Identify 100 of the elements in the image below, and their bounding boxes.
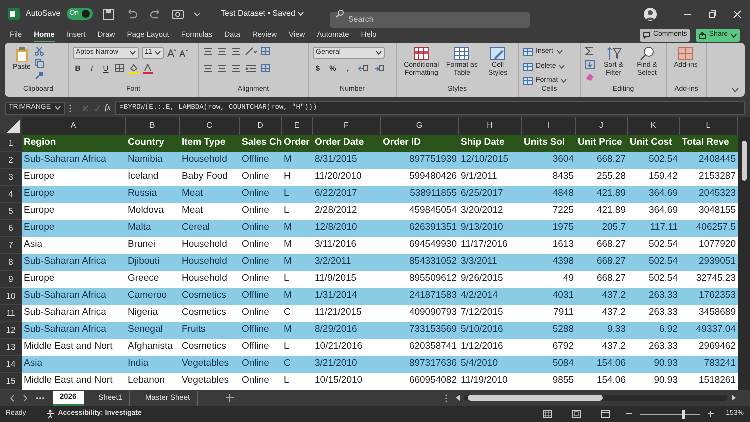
search-field[interactable]: Search (330, 12, 530, 28)
column-header[interactable]: C (180, 117, 240, 135)
column-title: Unit Price (576, 135, 628, 152)
splitter-icon[interactable] (445, 394, 448, 402)
column-header[interactable]: E (282, 117, 313, 135)
row-header[interactable]: 3 (0, 169, 22, 186)
scroll-thumb[interactable] (468, 395, 603, 401)
collapse-ribbon-icon[interactable] (732, 88, 739, 93)
table-cell: 9/13/2010 (459, 220, 522, 237)
vertical-scrollbar[interactable] (738, 117, 750, 390)
add-sheet-icon[interactable] (226, 394, 234, 402)
undo-icon[interactable] (126, 9, 138, 19)
merge-cells-icon[interactable] (261, 64, 271, 73)
user-avatar-icon[interactable] (644, 8, 657, 20)
row-header[interactable]: 10 (0, 288, 22, 305)
caret-icon[interactable] (155, 51, 161, 55)
caret-icon[interactable] (561, 79, 568, 84)
document-title[interactable]: Test Dataset • Saved (221, 8, 304, 20)
caret-icon[interactable] (376, 51, 382, 55)
scroll-left-icon[interactable] (456, 395, 461, 401)
decrease-decimal-icon[interactable] (374, 64, 385, 74)
column-header[interactable]: D (240, 117, 282, 135)
row-header[interactable]: 5 (0, 203, 22, 220)
align-bottom-icon[interactable] (231, 48, 241, 56)
accessibility-icon[interactable] (46, 410, 56, 418)
scroll-right-icon[interactable] (731, 395, 736, 401)
row-header[interactable]: 13 (0, 339, 22, 356)
align-top-icon[interactable] (203, 48, 213, 56)
row-header[interactable]: 7 (0, 237, 22, 254)
table-cell: Middle East and Nort (22, 373, 126, 390)
slider-thumb[interactable] (682, 410, 685, 418)
row-header[interactable]: 1 (0, 135, 22, 152)
row-header[interactable]: 6 (0, 220, 22, 237)
row-header[interactable]: 8 (0, 254, 22, 271)
scissors-icon[interactable] (34, 47, 44, 56)
row-header[interactable]: 9 (0, 271, 22, 288)
save-icon[interactable] (103, 8, 114, 20)
redo-icon[interactable] (150, 9, 162, 19)
caret-icon[interactable] (559, 64, 566, 69)
more-sheets-icon[interactable] (36, 396, 45, 400)
scroll-thumb[interactable] (742, 141, 746, 181)
orientation-icon[interactable] (245, 47, 257, 56)
sum-icon[interactable] (585, 47, 595, 56)
wrap-text-icon[interactable] (261, 47, 271, 56)
table-cell: 783241 (680, 356, 738, 373)
restore-icon[interactable] (708, 10, 717, 18)
grow-font-icon[interactable] (167, 48, 176, 58)
column-header[interactable]: A (22, 117, 126, 135)
row-header[interactable]: 14 (0, 356, 22, 373)
normal-view-icon[interactable] (543, 410, 552, 418)
copy-icon[interactable] (34, 59, 44, 68)
shrink-font-icon[interactable] (179, 48, 188, 58)
camera-icon[interactable] (172, 9, 184, 19)
table-cell: 3048155 (680, 203, 738, 220)
zoom-out-icon[interactable] (626, 411, 632, 417)
column-header[interactable]: H (459, 117, 522, 135)
customize-caret-icon[interactable] (194, 11, 202, 17)
insert-function-button[interactable]: fx (105, 102, 111, 114)
column-header[interactable]: I (522, 117, 576, 135)
table-cell: 4848 (522, 186, 576, 203)
check-icon[interactable] (93, 104, 101, 112)
close-icon[interactable] (733, 10, 742, 18)
borders-icon[interactable] (115, 64, 125, 74)
column-header[interactable]: B (126, 117, 180, 135)
cells-grid-icon (523, 62, 533, 71)
table-cell: 9/1/2011 (459, 169, 522, 186)
next-sheet-icon[interactable] (23, 394, 28, 402)
fill-down-icon[interactable] (585, 60, 595, 69)
row-header[interactable]: 11 (0, 305, 22, 322)
column-header[interactable]: J (576, 117, 628, 135)
increase-decimal-icon[interactable] (358, 64, 369, 74)
font-color-icon[interactable] (143, 64, 153, 74)
page-break-view-icon[interactable] (601, 410, 610, 418)
previous-sheet-icon[interactable] (10, 394, 15, 402)
column-header[interactable]: L (680, 117, 738, 135)
column-header[interactable]: K (628, 117, 680, 135)
page-layout-view-icon[interactable] (572, 410, 582, 418)
horizontal-scrollbar[interactable] (464, 395, 728, 401)
table-cell: 364.69 (628, 186, 680, 203)
align-center-icon[interactable] (217, 64, 227, 72)
indent-icon[interactable] (245, 64, 257, 72)
row-header[interactable]: 4 (0, 186, 22, 203)
fill-color-icon[interactable] (129, 64, 139, 74)
brush-icon[interactable] (34, 71, 44, 80)
table-cell: Vegetables (180, 356, 240, 373)
caret-icon[interactable] (130, 51, 136, 55)
row-header[interactable]: 15 (0, 373, 22, 390)
align-middle-icon[interactable] (217, 48, 227, 56)
column-header[interactable]: F (313, 117, 381, 135)
zoom-in-icon[interactable] (708, 411, 714, 417)
row-header[interactable]: 2 (0, 152, 22, 169)
row-header[interactable]: 12 (0, 322, 22, 339)
column-title: Unit Cost (628, 135, 680, 152)
caret-icon[interactable] (55, 106, 61, 110)
caret-icon[interactable] (556, 50, 563, 54)
align-right-icon[interactable] (231, 64, 241, 72)
align-left-icon[interactable] (203, 64, 213, 72)
caret-icon[interactable] (731, 34, 737, 38)
more-options-icon[interactable] (69, 104, 72, 112)
column-header[interactable]: G (381, 117, 459, 135)
